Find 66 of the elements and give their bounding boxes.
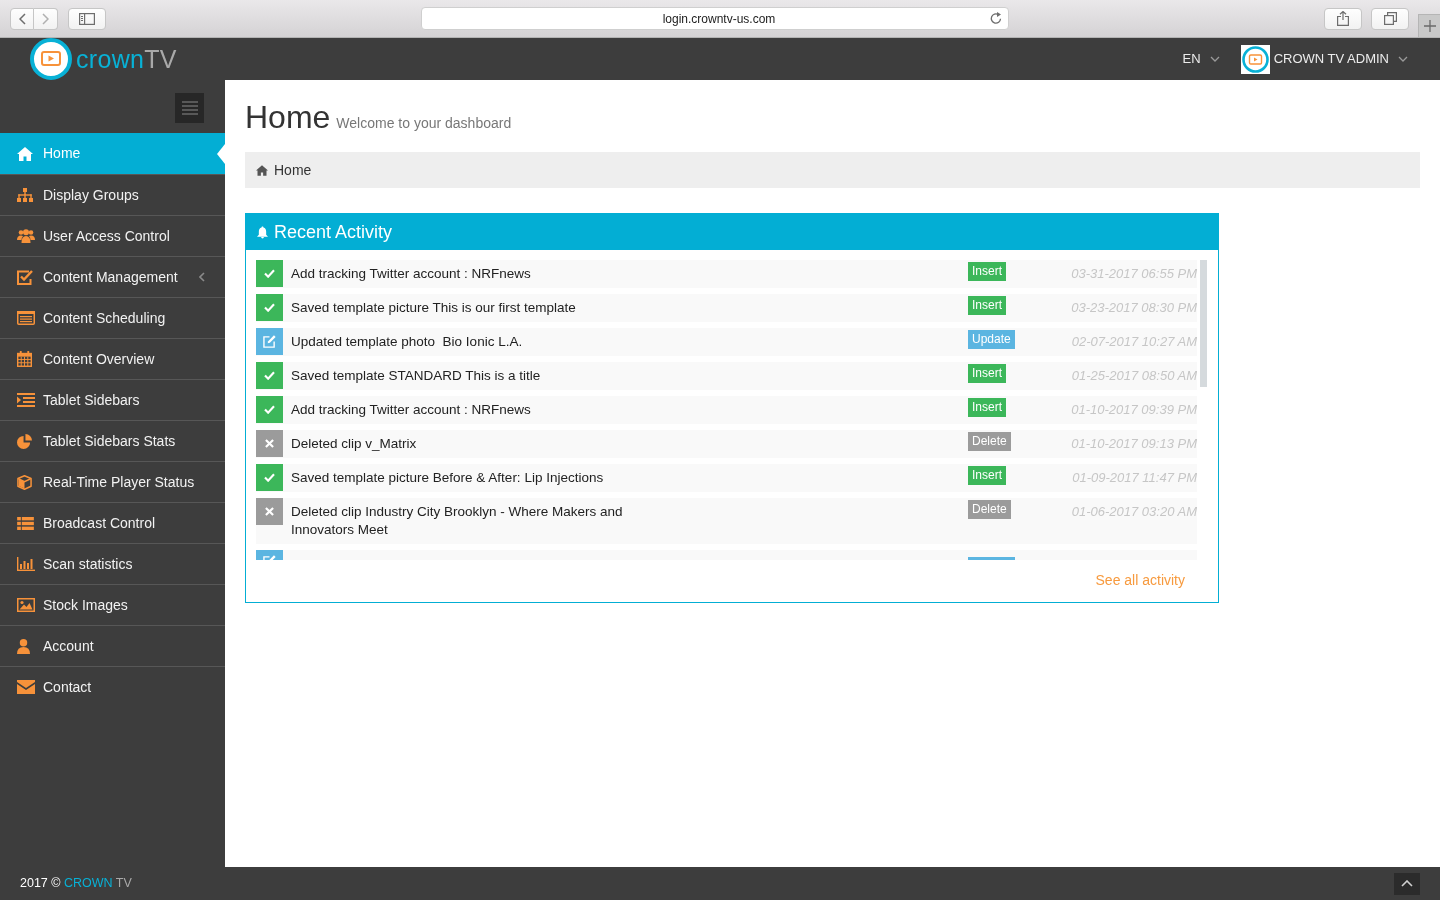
menu-icon [181,101,198,115]
copyright-text: 2017 © CROWN TV [20,875,132,893]
chevron-left-icon [18,12,26,25]
tabs-icon [1383,12,1397,25]
reload-icon[interactable] [990,12,1002,25]
insert-tag: Insert [968,262,1006,282]
scrollbar-thumb[interactable] [1200,260,1207,388]
sidebar-button[interactable] [68,7,106,30]
breadcrumb-link[interactable]: Home [256,159,312,181]
page-subtitle: Welcome to your dashboard [336,114,512,133]
chevron-up-icon [1401,880,1413,887]
activity-text: Saved template picture This is our first template [291,299,577,318]
sidebar-item[interactable]: Stock Images [0,584,225,625]
share-button[interactable] [1324,7,1362,30]
sidebar-item[interactable]: Content Management [0,256,225,297]
tv-logo-icon [30,38,72,80]
activity-text: Deleted clip Industry City Brooklyn - Where Makers and Innovators Meet [291,503,624,540]
sidebar-item[interactable]: User Access Control [0,215,225,256]
activity-text: Updated template photo Bio Ionic L.A. [291,333,524,352]
user-icon [17,638,30,654]
address-bar[interactable]: login.crowntv-us.com [421,7,1009,30]
delete-tag: Delete [968,500,1011,520]
logo-text: crownTV [76,46,177,72]
insert-tag: Insert [968,364,1006,384]
envelope-icon [17,680,35,694]
sitemap-icon [17,188,33,202]
list-panel-icon [17,311,35,325]
scroll-top-button[interactable] [1394,872,1420,895]
insert-tag: Insert [968,466,1006,486]
activity-text: Add tracking Twitter account : NRFnews [291,401,532,420]
tabs-button[interactable] [1371,7,1409,30]
sidebar-item[interactable]: Content Overview [0,338,225,379]
delete-tag: Delete [968,432,1011,452]
panel-title: Recent Activity [274,220,393,244]
plus-icon [1423,20,1436,32]
chevron-down-icon [1209,56,1220,62]
home-icon [17,146,33,161]
image-icon [17,598,35,612]
activity-text: Saved template STANDARD This is a title [291,367,542,386]
sidebar-item[interactable]: Tablet Sidebars Stats [0,420,225,461]
sidebar-icon [79,12,95,25]
home-icon [256,164,268,176]
cube-icon [17,474,32,490]
update-tag: Update [968,330,1015,350]
list-icon [17,516,34,530]
calendar-icon [17,351,32,367]
activity-text: Add tracking Twitter account : NRFnews [291,265,532,284]
share-icon [1337,11,1349,26]
user-menu[interactable]: CROWN TV ADMIN [1240,44,1408,74]
sidebar-item[interactable]: Broadcast Control [0,502,225,543]
checkbox-icon [17,269,33,285]
indent-icon [17,393,35,407]
pie-chart-icon [17,433,32,449]
insert-tag: Insert [968,398,1006,418]
language-dropdown[interactable]: EN [1182,49,1220,69]
page-title: Home [245,100,331,136]
bar-chart-icon [17,557,35,571]
users-icon [17,229,35,243]
activity-text: Saved template picture Before & After: Lip Injections [291,469,605,488]
bell-icon [257,225,268,239]
chevron-down-icon [1398,56,1408,62]
logo-avatar-icon [1240,44,1270,74]
insert-tag: Insert [968,296,1006,316]
sidebar-item[interactable]: Contact [0,666,225,707]
activity-text: Deleted clip v_Matrix [291,435,418,454]
chevron-right-icon [42,12,49,25]
